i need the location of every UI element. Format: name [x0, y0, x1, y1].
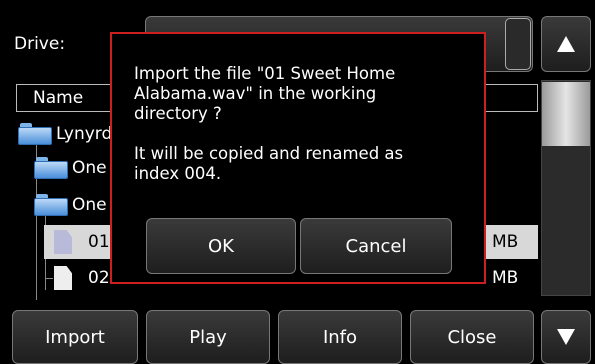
tree-item-folder[interactable]: One	[34, 189, 107, 221]
info-button[interactable]: Info	[278, 310, 402, 364]
file-size: MB	[492, 232, 519, 252]
import-button[interactable]: Import	[12, 310, 138, 364]
tree-item-file[interactable]: 02	[54, 262, 110, 294]
dialog-message: Import the file "01 Sweet Home Alabama.w…	[134, 64, 403, 184]
file-icon	[54, 230, 72, 254]
dialog-message-line: Alabama.wav" in the working	[134, 84, 377, 103]
tree-item-label: 02	[88, 268, 110, 288]
close-button[interactable]: Close	[410, 310, 534, 364]
folder-icon	[34, 194, 68, 216]
tree-item-label: Lynyrd	[56, 124, 113, 144]
folder-icon	[18, 123, 52, 145]
cancel-button[interactable]: Cancel	[300, 218, 452, 274]
dialog-message-line: directory ?	[134, 104, 222, 123]
scrollbar-thumb[interactable]	[542, 82, 590, 146]
tree-line	[45, 278, 53, 279]
file-size: MB	[492, 268, 519, 288]
drive-dropdown-handle[interactable]	[505, 18, 531, 70]
ok-button[interactable]: OK	[146, 218, 296, 274]
dialog-message-line: Import the file "01 Sweet Home	[134, 64, 396, 83]
tree-item-folder[interactable]: One	[34, 152, 107, 184]
folder-icon	[34, 157, 68, 179]
tree-item-folder[interactable]: Lynyrd	[18, 118, 112, 150]
import-dialog: Import the file "01 Sweet Home Alabama.w…	[110, 32, 486, 284]
tree-item-label: One	[72, 158, 107, 178]
play-button[interactable]: Play	[146, 310, 270, 364]
tree-item-file-selected[interactable]: 01	[54, 226, 110, 258]
dialog-message-line: index 004.	[134, 164, 222, 183]
drive-label: Drive:	[14, 34, 66, 54]
dialog-message-line: It will be copied and renamed as	[134, 144, 404, 163]
column-header-name: Name	[33, 88, 84, 108]
triangle-down-icon	[557, 329, 575, 345]
tree-item-label: One	[72, 195, 107, 215]
scroll-down-button[interactable]	[541, 310, 591, 364]
scroll-up-button[interactable]	[541, 16, 591, 72]
file-icon	[54, 266, 72, 290]
triangle-up-icon	[557, 36, 575, 52]
tree-item-label: 01	[88, 232, 110, 252]
